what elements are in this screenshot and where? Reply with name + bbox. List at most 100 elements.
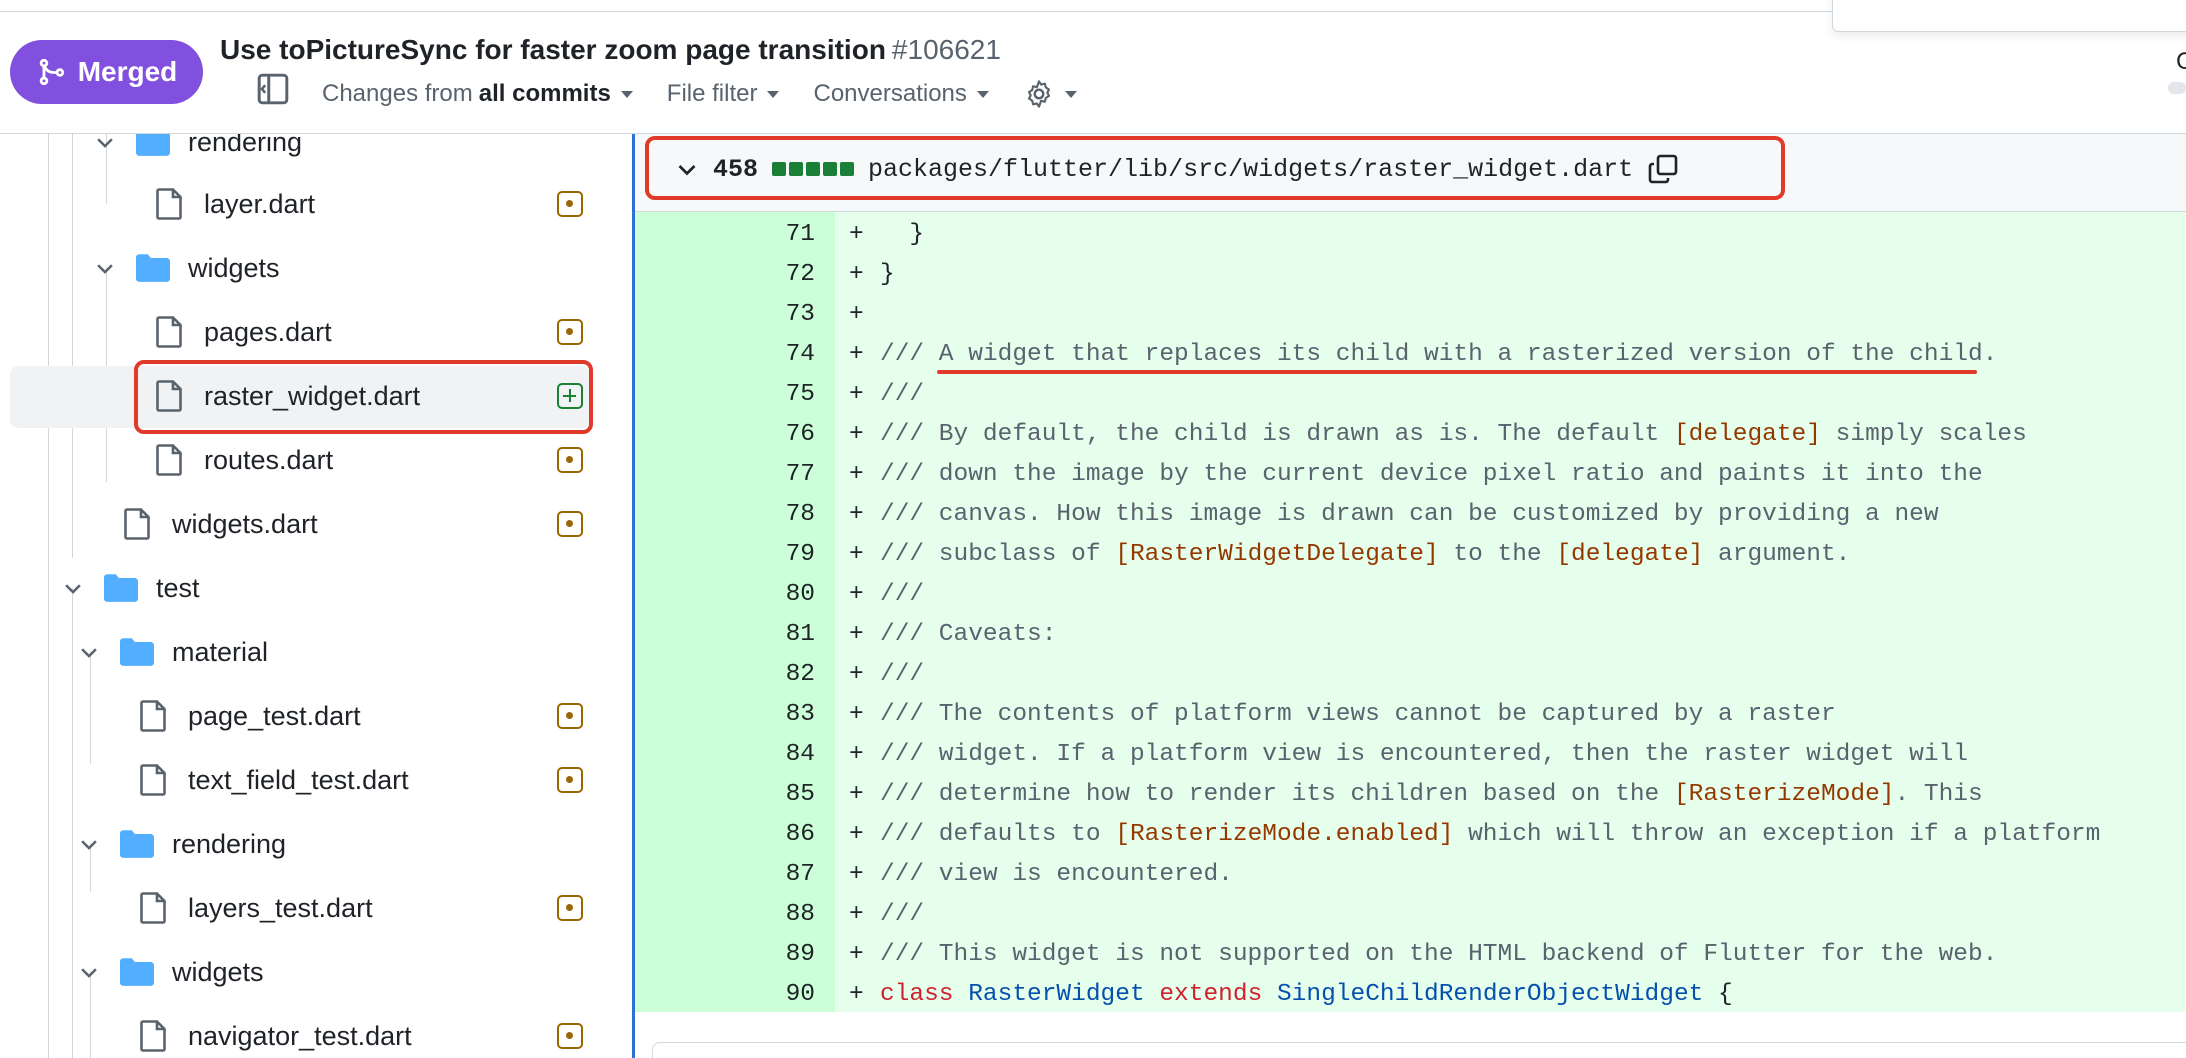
tree-folder-rendering[interactable]: rendering — [94, 134, 302, 174]
diff-line[interactable]: 77 + /// down the image by the current dev… — [635, 454, 2186, 494]
addition-marker: + — [849, 740, 864, 768]
diff-line[interactable]: 79 + /// subclass of [RasterWidgetDelegate… — [635, 534, 2186, 574]
diff-line[interactable]: 75 + /// — [635, 374, 2186, 414]
tree-item-label: layer.dart — [204, 188, 316, 219]
diff-line[interactable]: 87 + /// view is encountered. — [635, 854, 2186, 894]
line-number[interactable]: 81 — [635, 621, 815, 648]
pr-header: Merged Use toPictureSync for faster zoom… — [0, 0, 2186, 134]
diff-line[interactable]: 89 + /// This widget is not supported on t… — [635, 934, 2186, 974]
addition-marker: + — [849, 860, 864, 888]
settings-dropdown[interactable] — [1023, 78, 1077, 110]
addition-marker: + — [849, 580, 864, 608]
tree-folder-widgets[interactable]: widgets — [94, 236, 280, 300]
tree-folder-test-rendering[interactable]: rendering — [78, 812, 286, 876]
file-icon — [156, 188, 182, 220]
line-number[interactable]: 84 — [635, 741, 815, 768]
diff-line[interactable]: 81 + /// Caveats: — [635, 614, 2186, 654]
line-number[interactable]: 82 — [635, 661, 815, 688]
code-text: /// subclass of [RasterWidgetDelegate] t… — [880, 541, 1850, 568]
sidebar-toggle-icon[interactable] — [256, 72, 290, 106]
code-text: /// — [880, 581, 924, 608]
conversations-dropdown[interactable]: Conversations — [813, 80, 989, 108]
code-text: class RasterWidget extends SingleChildRe… — [880, 981, 1733, 1008]
tree-folder-material[interactable]: material — [78, 620, 268, 684]
tree-file-widgets-dart[interactable]: widgets.dart — [124, 492, 318, 556]
line-number[interactable]: 90 — [635, 981, 815, 1008]
diff-line[interactable]: 90 + class RasterWidget extends SingleChil… — [635, 974, 2186, 1014]
changes-from-dropdown[interactable]: Changes from all commits — [322, 80, 633, 108]
line-number[interactable]: 89 — [635, 941, 815, 968]
addition-marker: + — [849, 900, 864, 928]
tree-item-label: layers_test.dart — [188, 892, 373, 923]
tree-file-pages-dart[interactable]: pages.dart — [156, 300, 332, 364]
line-number[interactable]: 76 — [635, 421, 815, 448]
code-token: to the — [1438, 540, 1557, 568]
tree-file-routes-dart[interactable]: routes.dart — [156, 428, 333, 492]
line-number[interactable]: 78 — [635, 501, 815, 528]
merge-icon — [39, 58, 64, 86]
tree-folder-test-widgets[interactable]: widgets — [78, 940, 264, 1004]
code-token: /// This widget is not supported on the … — [880, 940, 1998, 968]
addition-marker: + — [849, 540, 864, 568]
tree-item-label: widgets — [188, 252, 280, 283]
code-token: [RasterWidgetDelegate] — [1115, 540, 1439, 568]
tree-file-layer-dart[interactable]: layer.dart — [156, 172, 315, 236]
line-number[interactable]: 86 — [635, 821, 815, 848]
pr-title-row: Use toPictureSync for faster zoom page t… — [220, 34, 1001, 66]
line-number[interactable]: 73 — [635, 301, 815, 328]
chevron-down-icon — [81, 648, 97, 658]
addition-marker: + — [849, 820, 864, 848]
line-number[interactable]: 80 — [635, 581, 815, 608]
tree-file-layers-test-dart[interactable]: layers_test.dart — [140, 876, 373, 940]
code-token: simply scales — [1820, 420, 2027, 448]
folder-icon — [120, 638, 154, 666]
diff-line[interactable]: 78 + /// canvas. How this image is drawn c… — [635, 494, 2186, 534]
line-number[interactable]: 83 — [635, 701, 815, 728]
diff-line[interactable]: 73 + — [635, 294, 2186, 334]
line-number[interactable]: 85 — [635, 781, 815, 808]
diff-line[interactable]: 86 + /// defaults to [RasterizeMode.enable… — [635, 814, 2186, 854]
pr-number[interactable]: #106621 — [892, 34, 1001, 65]
line-number[interactable]: 87 — [635, 861, 815, 888]
file-icon — [140, 1020, 166, 1052]
tree-folder-test[interactable]: test — [62, 556, 200, 620]
tree-item-label: widgets — [172, 956, 264, 987]
merged-label: Merged — [77, 56, 178, 87]
diff-line[interactable]: 76 + /// By default, the child is drawn as… — [635, 414, 2186, 454]
code-token: /// defaults to — [880, 820, 1116, 848]
diff-line[interactable]: 72 +} — [635, 254, 2186, 294]
file-icon — [156, 444, 182, 476]
file-header: 458 packages/flutter/lib/src/widgets/ras… — [635, 134, 2186, 212]
diff-line[interactable]: 85 + /// determine how to render its child… — [635, 774, 2186, 814]
diff-line[interactable]: 82 + /// — [635, 654, 2186, 694]
diff-body: 71 + } 72 +} 73 +74 + /// A widget that replace… — [635, 212, 2186, 1012]
diff-line[interactable]: 71 + } — [635, 214, 2186, 254]
file-icon — [124, 508, 150, 540]
tree-item-label: pages.dart — [204, 316, 332, 347]
file-filter-dropdown[interactable]: File filter — [667, 80, 780, 108]
addition-marker: + — [849, 420, 864, 448]
diff-line[interactable]: 84 + /// widget. If a platform view is enc… — [635, 734, 2186, 774]
code-token: /// determine how to render its children… — [880, 780, 1674, 808]
truncated-edge-text: C — [2176, 48, 2186, 75]
code-token: extends — [1159, 980, 1263, 1008]
line-number[interactable]: 77 — [635, 461, 815, 488]
tree-file-navigator-test-dart[interactable]: navigator_test.dart — [140, 1004, 412, 1058]
line-number[interactable]: 79 — [635, 541, 815, 568]
diff-line[interactable]: 88 + /// — [635, 894, 2186, 934]
diff-line[interactable]: 83 + /// The contents of platform views ca… — [635, 694, 2186, 734]
diff-line[interactable]: 80 + /// — [635, 574, 2186, 614]
line-number[interactable]: 71 — [635, 221, 815, 248]
diff-line[interactable]: 74 + /// A widget that replaces its child … — [635, 334, 2186, 374]
line-number[interactable]: 72 — [635, 261, 815, 288]
tree-file-page-test-dart[interactable]: page_test.dart — [140, 684, 361, 748]
code-text: /// — [880, 661, 924, 688]
addition-marker: + — [849, 460, 864, 488]
tree-file-text-field-test-dart[interactable]: text_field_test.dart — [140, 748, 409, 812]
line-number[interactable]: 75 — [635, 381, 815, 408]
line-number[interactable]: 88 — [635, 901, 815, 928]
gear-icon — [1027, 80, 1050, 108]
line-number[interactable]: 74 — [635, 341, 815, 368]
file-modified-icon — [557, 767, 583, 793]
